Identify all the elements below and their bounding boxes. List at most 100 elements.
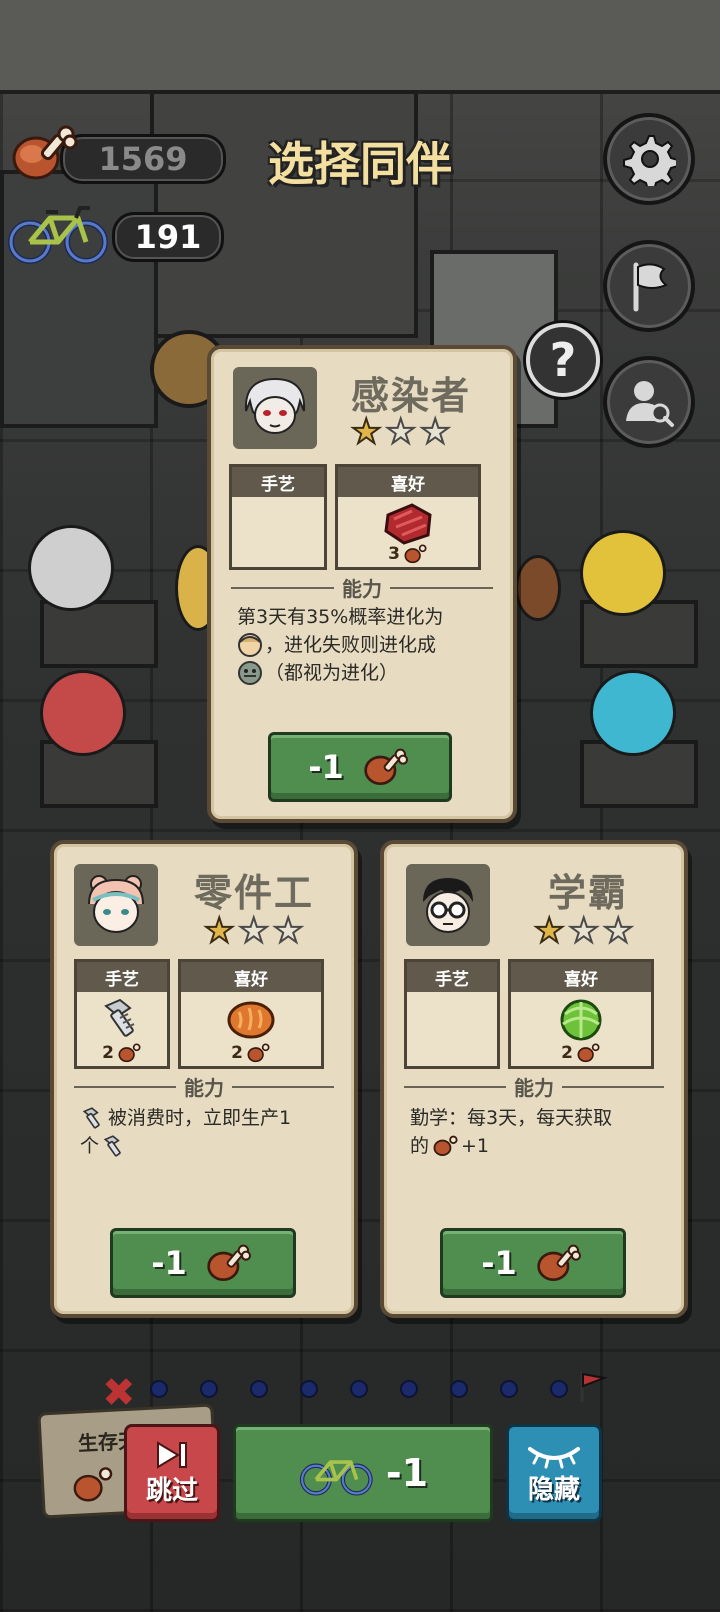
companion-name: 学霸: [548, 871, 629, 915]
avatar: [406, 864, 490, 946]
desc-line: 的: [410, 1135, 430, 1157]
day-dot: [450, 1380, 468, 1398]
craft-cost: 2: [77, 1042, 167, 1064]
recruit-button[interactable]: -1: [268, 732, 452, 802]
desk: [40, 600, 158, 668]
gear-icon: [623, 135, 676, 186]
bolt-icon: [103, 1135, 121, 1157]
star-icon: ★: [237, 911, 270, 951]
skip-icon: [157, 1440, 187, 1469]
meat-icon: [69, 1464, 115, 1510]
day-dot: [200, 1380, 218, 1398]
star-icon: ★: [602, 911, 635, 951]
meat-icon: [247, 1043, 270, 1063]
craft-slot: 手艺: [404, 959, 500, 1069]
ability-label: 能力: [342, 577, 382, 601]
raw-meat-icon: [338, 501, 478, 545]
help-button[interactable]: ?: [526, 323, 600, 397]
meat-icon: [577, 1043, 600, 1063]
star-rating: ★ ★ ★: [350, 412, 452, 452]
star-icon: ★: [567, 911, 600, 951]
craft-slot: 手艺 2: [74, 959, 170, 1069]
like-label: 喜好: [181, 962, 321, 992]
meat-icon: [207, 1244, 251, 1281]
desc-line: （都视为进化）: [265, 662, 399, 684]
flag-icon: [633, 262, 668, 312]
like-label: 喜好: [511, 962, 651, 992]
student-character: [515, 555, 561, 621]
profile-search-button[interactable]: [603, 356, 695, 448]
skip-button[interactable]: 跳过: [124, 1424, 220, 1522]
star-icon: ★: [419, 412, 452, 452]
like-cost: 2: [511, 1042, 651, 1064]
desc-line: ，进化失败则进化成: [265, 634, 437, 656]
goal-flag-icon: [578, 1370, 608, 1408]
evolved-form-icon: [238, 633, 262, 657]
ability-label: 能力: [514, 1076, 554, 1100]
companion-card-top-student[interactable]: 学霸 ★ ★ ★ 手艺 喜好 2 能力 勤学：每3天，每天获取 的 +1 -1: [380, 840, 688, 1318]
day-dot: [350, 1380, 368, 1398]
desc-line: 勤学：每3天，每天获取: [410, 1107, 613, 1129]
desc-line: 个: [80, 1135, 100, 1157]
student-character: [40, 670, 126, 756]
ability-divider: 能力: [231, 573, 493, 602]
bolt-icon: [77, 996, 167, 1040]
ability-description: 被消费时，立即生产1 个: [80, 1104, 342, 1160]
like-slot: 喜好 2: [508, 959, 654, 1069]
like-slot: 喜好 2: [178, 959, 324, 1069]
craft-slot: 手艺: [229, 464, 327, 570]
day-progress: [150, 1380, 568, 1398]
star-icon: ★: [350, 412, 383, 452]
day-dot: [150, 1380, 168, 1398]
back-wall: [0, 0, 720, 94]
star-icon: ★: [533, 911, 566, 951]
bread-icon: [181, 996, 321, 1040]
companion-name: 零件工: [194, 871, 315, 915]
bike-counter: 191: [112, 212, 224, 262]
ability-divider: 能力: [404, 1072, 664, 1101]
day-dot: [250, 1380, 268, 1398]
refresh-cost: -1: [385, 1451, 429, 1495]
companion-card-parts-worker[interactable]: 零件工 ★ ★ ★ 手艺 2 喜好 2 能力 被消费时，立即生产1 个 -1: [50, 840, 358, 1318]
recruit-button[interactable]: -1: [110, 1228, 296, 1298]
hide-label: 隐藏: [527, 1474, 580, 1505]
refresh-button[interactable]: -1: [233, 1424, 493, 1522]
cabbage-icon: [511, 996, 651, 1042]
cost-label: -1: [151, 1244, 187, 1282]
craft-label: 手艺: [407, 962, 497, 992]
star-rating: ★ ★ ★: [203, 911, 305, 951]
skip-label: 跳过: [145, 1475, 198, 1506]
user-search-icon: [626, 381, 674, 427]
meat-icon: [537, 1244, 581, 1281]
like-cost: 3: [338, 543, 478, 565]
meat-icon: [404, 544, 427, 564]
student-character: [590, 670, 676, 756]
day-dot: [300, 1380, 318, 1398]
bolt-icon: [82, 1107, 100, 1129]
meat-icon: [118, 1043, 141, 1063]
recruit-button[interactable]: -1: [440, 1228, 626, 1298]
day-dot: [400, 1380, 418, 1398]
closed-eye-icon: [528, 1446, 580, 1468]
craft-label: 手艺: [77, 962, 167, 992]
settings-button[interactable]: [603, 113, 695, 205]
student-character: [28, 525, 114, 611]
craft-label: 手艺: [232, 467, 324, 497]
cost-label: -1: [481, 1244, 517, 1282]
flag-button[interactable]: [603, 240, 695, 332]
bicycle-icon: [299, 1460, 373, 1496]
question-icon: ?: [549, 333, 577, 387]
zombie-form-icon: [238, 661, 262, 685]
like-label: 喜好: [338, 467, 478, 497]
meat-icon: [364, 748, 408, 785]
star-icon: ★: [272, 911, 305, 951]
avatar: [74, 864, 158, 946]
ability-label: 能力: [184, 1076, 224, 1100]
hide-button[interactable]: 隐藏: [506, 1424, 602, 1522]
bike-count: 191: [134, 218, 202, 256]
star-icon: ★: [203, 911, 236, 951]
student-character: [580, 530, 666, 616]
cost-label: -1: [308, 748, 344, 786]
ability-divider: 能力: [74, 1072, 334, 1101]
companion-card-infected[interactable]: 感染者 ★ ★ ★ 手艺 喜好 3 能力 第3天有35%概率进化为 ，进化失败则…: [207, 345, 517, 823]
